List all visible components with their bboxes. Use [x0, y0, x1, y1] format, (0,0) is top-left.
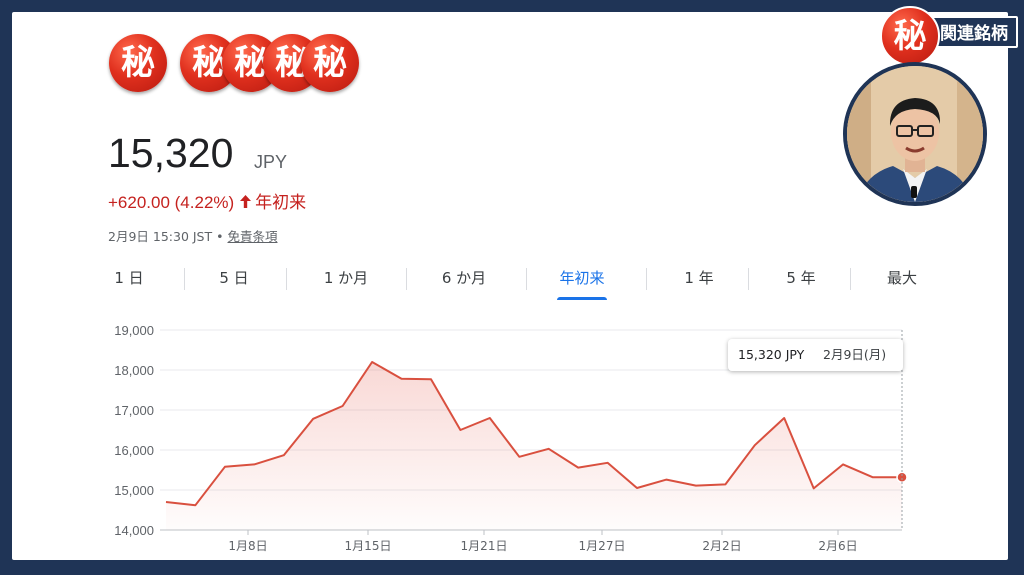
price-point [607, 462, 609, 464]
price-point [872, 476, 874, 478]
price-point [695, 485, 697, 487]
price-point [224, 466, 226, 468]
tooltip-price: 15,320 JPY [738, 347, 805, 362]
price-point [724, 483, 726, 485]
price-point [489, 417, 491, 419]
price-point [283, 454, 285, 456]
price-point [401, 378, 403, 380]
price-point [754, 444, 756, 446]
related-stocks-badge: 関連銘柄 秘 [880, 6, 1020, 66]
price-point [577, 467, 579, 469]
price-point [253, 463, 255, 465]
y-tick-label: 16,000 [114, 443, 154, 458]
x-tick-label: 1月8日 [228, 539, 267, 553]
price-point [165, 501, 167, 503]
current-price-point [896, 471, 908, 483]
presenter-avatar [843, 62, 987, 206]
secret-stamp-icon: 秘 [880, 6, 940, 66]
price-point [783, 417, 785, 419]
x-tick-label: 1月21日 [461, 539, 508, 553]
x-tick-label: 1月27日 [579, 539, 626, 553]
price-point [813, 487, 815, 489]
y-tick-label: 19,000 [114, 323, 154, 338]
x-tick-label: 2月6日 [818, 539, 857, 553]
price-point [371, 361, 373, 363]
y-tick-label: 15,000 [114, 483, 154, 498]
price-point [548, 448, 550, 450]
price-point [342, 405, 344, 407]
x-tick-label: 2月2日 [702, 539, 741, 553]
price-point [194, 504, 196, 506]
price-area [166, 362, 902, 530]
price-point [312, 418, 314, 420]
price-tooltip: 15,320 JPY 2月9日(月) [728, 339, 903, 371]
price-point [665, 479, 667, 481]
price-point [518, 456, 520, 458]
price-point [459, 429, 461, 431]
price-point [636, 487, 638, 489]
y-tick-label: 17,000 [114, 403, 154, 418]
y-tick-label: 14,000 [114, 523, 154, 538]
tooltip-date: 2月9日(月) [823, 347, 887, 362]
y-tick-label: 18,000 [114, 363, 154, 378]
price-point [842, 463, 844, 465]
price-point [430, 378, 432, 380]
x-tick-label: 1月15日 [345, 539, 392, 553]
